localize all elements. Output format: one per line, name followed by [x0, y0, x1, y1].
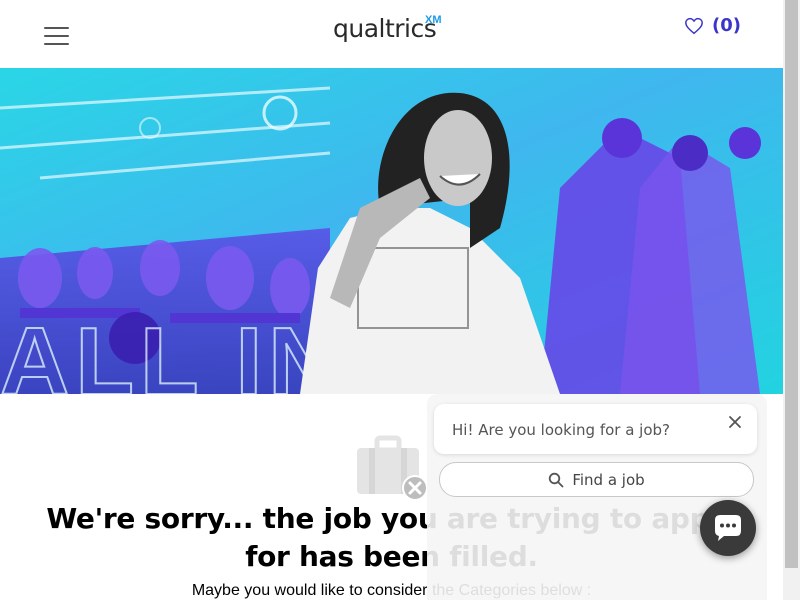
- hero-overlay-text: ALL IN: [0, 308, 344, 394]
- chat-greeting-text: Hi! Are you looking for a job?: [452, 421, 671, 439]
- heart-icon: [685, 17, 703, 34]
- find-a-job-label: Find a job: [572, 470, 645, 489]
- chat-bubble-icon: [715, 515, 741, 541]
- scrollbar-thumb[interactable]: [785, 0, 798, 568]
- menu-bar: [44, 35, 69, 37]
- favorites-button[interactable]: (0): [684, 15, 741, 36]
- logo-text: qualtrics: [333, 14, 437, 43]
- logo-xm-suffix: XM: [425, 14, 442, 26]
- find-a-job-button[interactable]: Find a job: [439, 462, 754, 497]
- site-header: qualtrics XM (0): [0, 0, 783, 68]
- menu-bar: [44, 43, 69, 45]
- hero-banner: ALL IN: [0, 68, 783, 394]
- page-scrollbar[interactable]: [783, 0, 800, 600]
- close-icon[interactable]: [727, 414, 743, 430]
- hero-image: ALL IN: [0, 68, 783, 394]
- search-icon: [549, 472, 564, 487]
- qualtrics-logo[interactable]: qualtrics XM: [333, 14, 442, 48]
- chat-greeting-bubble: Hi! Are you looking for a job?: [434, 404, 757, 454]
- menu-bar: [44, 27, 69, 29]
- chat-launcher-button[interactable]: [700, 500, 756, 556]
- hamburger-menu-button[interactable]: [44, 27, 69, 47]
- briefcase-icon: [357, 434, 429, 505]
- favorites-count: (0): [712, 15, 741, 36]
